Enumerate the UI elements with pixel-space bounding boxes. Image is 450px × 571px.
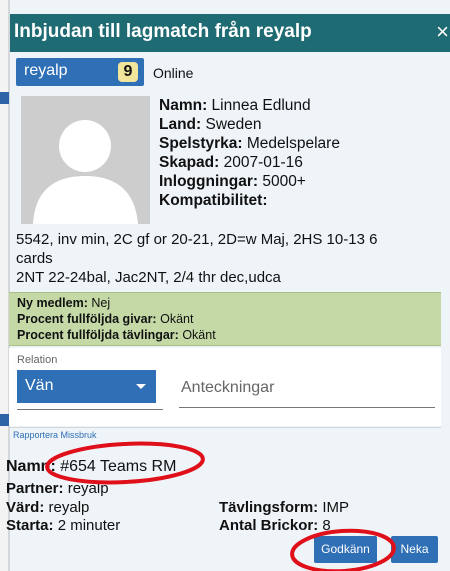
avatar: [21, 96, 150, 224]
match-name-row: Namn: #654 Teams RM: [6, 458, 177, 475]
completed-tournaments-row: Procent fullföljda tävlingar: Okänt: [17, 328, 216, 342]
relation-underline: [17, 409, 163, 410]
user-rank-badge: 9: [118, 62, 138, 82]
relation-section: Relation Vän: [9, 348, 441, 426]
member-stats-box: Ny medlem: Nej Procent fullföljda givar:…: [9, 292, 441, 346]
description-line: 5542, inv min, 2C gf or 20-21, 2D=w Maj,…: [16, 231, 378, 248]
profile-created-row: Skapad: 2007-01-16: [159, 154, 303, 171]
description-line: 2NT 22-24bal, Jac2NT, 2/4 thr dec,udca: [16, 269, 281, 286]
match-partner-row: Partner: reyalp: [6, 480, 109, 497]
relation-dropdown[interactable]: Vän: [17, 370, 156, 403]
background-mark: [0, 92, 9, 104]
convention-description: 5542, inv min, 2C gf or 20-21, 2D=w Maj,…: [16, 230, 450, 287]
avatar-placeholder-icon: [21, 96, 150, 224]
profile-logins-row: Inloggningar: 5000+: [159, 173, 306, 190]
dialog-titlebar: Inbjudan till lagmatch från reyalp ×: [10, 14, 450, 52]
dialog-title: Inbjudan till lagmatch från reyalp: [14, 21, 312, 42]
match-start-row: Starta: 2 minuter: [6, 517, 121, 534]
online-status: Online: [153, 65, 194, 81]
user-badge[interactable]: reyalp 9: [16, 58, 144, 86]
match-host-row: Värd: reyalp: [6, 499, 90, 516]
close-icon[interactable]: ×: [436, 19, 449, 45]
profile-skill-row: Spelstyrka: Medelspelare: [159, 135, 340, 152]
profile-country-row: Land: Sweden: [159, 116, 262, 133]
profile-name-row: Namn: Linnea Edlund: [159, 97, 311, 114]
relation-label: Relation: [17, 354, 58, 366]
new-member-row: Ny medlem: Nej: [17, 296, 111, 310]
username: reyalp: [24, 62, 68, 79]
relation-value: Vän: [25, 377, 54, 394]
description-line: cards: [16, 250, 53, 267]
match-format-row: Tävlingsform: IMP: [219, 499, 350, 516]
completed-deals-row: Procent fullföljda givar: Okänt: [17, 312, 194, 326]
profile-compat-row: Kompatibilitet:: [159, 192, 268, 209]
profile-info: Namn: Linnea Edlund Land: Sweden Spelsty…: [159, 96, 449, 210]
accept-button[interactable]: Godkänn: [314, 536, 377, 563]
section-divider: [9, 427, 441, 428]
match-boards-row: Antal Brickor: 8: [219, 517, 331, 534]
chevron-down-icon: [136, 384, 146, 389]
host-user-row: reyalp 9 Online: [16, 58, 446, 86]
notes-input[interactable]: [179, 368, 435, 408]
decline-button[interactable]: Neka: [391, 536, 438, 563]
report-abuse-link[interactable]: Rapportera Missbruk: [13, 430, 97, 440]
background-mark: [0, 414, 9, 426]
